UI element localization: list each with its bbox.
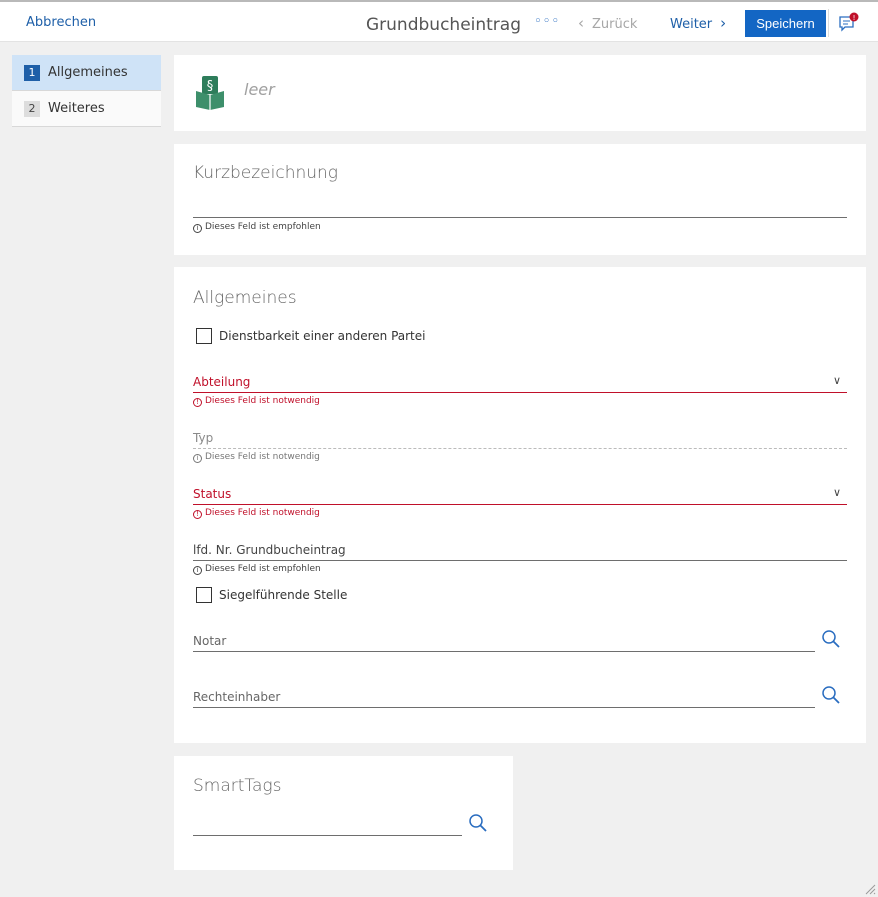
back-button[interactable]: ‹ Zurück [578, 14, 637, 32]
department-select[interactable]: Abteilung ∨ ! Dieses Feld ist notwendig [193, 371, 847, 411]
department-underline [193, 392, 847, 393]
department-label: Abteilung [193, 375, 251, 389]
section-title: SmartTags [193, 776, 282, 796]
rights-holder-field[interactable]: Rechteinhaber [193, 687, 815, 709]
step-number: 1 [24, 65, 40, 81]
svg-text:§: § [207, 79, 214, 94]
next-button[interactable]: Weiter › [670, 14, 726, 32]
type-select: Typ i Dieses Feld ist notwendig [193, 427, 847, 467]
info-icon: i [193, 454, 202, 463]
type-underline [193, 448, 847, 449]
notary-underline [193, 651, 815, 652]
chat-notification-icon: ! [839, 12, 859, 32]
search-icon[interactable] [468, 813, 488, 833]
notary-field[interactable]: Notar [193, 631, 815, 653]
required-hint: i Dieses Feld ist notwendig [193, 452, 320, 463]
step-number: 2 [24, 101, 40, 117]
smarttags-input[interactable] [193, 816, 462, 836]
chevron-right-icon: › [720, 14, 727, 32]
rights-holder-underline [193, 707, 815, 708]
chevron-left-icon: ‹ [578, 14, 584, 32]
land-register-book-icon: § [196, 76, 224, 110]
save-button[interactable]: Speichern [745, 10, 826, 37]
short-name-card: Kurzbezeichnung i Dieses Feld ist empfohl… [174, 144, 866, 255]
resize-grip-icon[interactable] [864, 883, 876, 895]
error-icon: ! [193, 510, 202, 519]
nav-item-label: Allgemeines [48, 65, 128, 80]
short-name-field-label[interactable]: Kurzbezeichnung [193, 163, 338, 183]
short-name-underline [193, 217, 847, 218]
recommended-hint: i Dieses Feld ist empfohlen [193, 564, 321, 575]
rights-holder-label: Rechteinhaber [193, 690, 281, 704]
info-icon: i [193, 224, 202, 233]
easement-checkbox-label[interactable]: Dienstbarkeit einer anderen Partei [219, 329, 425, 343]
smarttags-card: SmartTags [174, 756, 513, 870]
entry-number-label: lfd. Nr. Grundbucheintrag [193, 543, 346, 557]
entry-name-placeholder[interactable]: leer [244, 80, 275, 99]
step-navigation: 1 Allgemeines 2 Weiteres [12, 55, 161, 127]
chevron-down-icon[interactable]: ∨ [833, 486, 841, 499]
seal-checkbox-label[interactable]: Siegelführende Stelle [219, 588, 347, 602]
seal-checkbox[interactable] [196, 587, 212, 603]
chevron-down-icon[interactable]: ∨ [833, 374, 841, 387]
entry-number-underline [193, 560, 847, 561]
section-title: Allgemeines [193, 288, 297, 308]
messages-button[interactable]: ! [838, 12, 860, 34]
top-toolbar: Abbrechen Grundbucheintrag ◦◦◦ ‹ Zurück W… [0, 0, 878, 42]
status-underline [193, 504, 847, 505]
header-card: § leer [174, 55, 866, 131]
back-label: Zurück [592, 17, 638, 32]
info-icon: i [193, 566, 202, 575]
status-select[interactable]: Status ∨ ! Dieses Feld ist notwendig [193, 483, 847, 523]
next-label: Weiter [670, 17, 713, 32]
nav-item-weiteres[interactable]: 2 Weiteres [12, 91, 161, 127]
nav-item-label: Weiteres [48, 101, 105, 116]
required-hint: ! Dieses Feld ist notwendig [193, 396, 320, 407]
general-card: Allgemeines Dienstbarkeit einer anderen … [174, 267, 866, 743]
page-title: Grundbucheintrag [366, 15, 522, 35]
recommended-hint: i Dieses Feld ist empfohlen [193, 222, 321, 233]
smarttags-underline [193, 835, 462, 836]
cancel-link[interactable]: Abbrechen [26, 15, 96, 30]
error-icon: ! [193, 398, 202, 407]
toolbar-divider [828, 9, 829, 37]
type-label: Typ [193, 431, 214, 445]
entry-number-field[interactable]: lfd. Nr. Grundbucheintrag i Dieses Feld i… [193, 539, 847, 579]
required-hint: ! Dieses Feld ist notwendig [193, 508, 320, 519]
notary-label: Notar [193, 634, 227, 648]
more-options-icon[interactable]: ◦◦◦ [534, 14, 560, 29]
easement-checkbox[interactable] [196, 328, 212, 344]
status-label: Status [193, 487, 232, 501]
search-icon[interactable] [821, 685, 841, 705]
short-name-field[interactable]: i Dieses Feld ist empfohlen [193, 217, 847, 235]
search-icon[interactable] [821, 629, 841, 649]
notification-badge: ! [853, 14, 856, 22]
nav-item-allgemeines[interactable]: 1 Allgemeines [12, 55, 161, 91]
